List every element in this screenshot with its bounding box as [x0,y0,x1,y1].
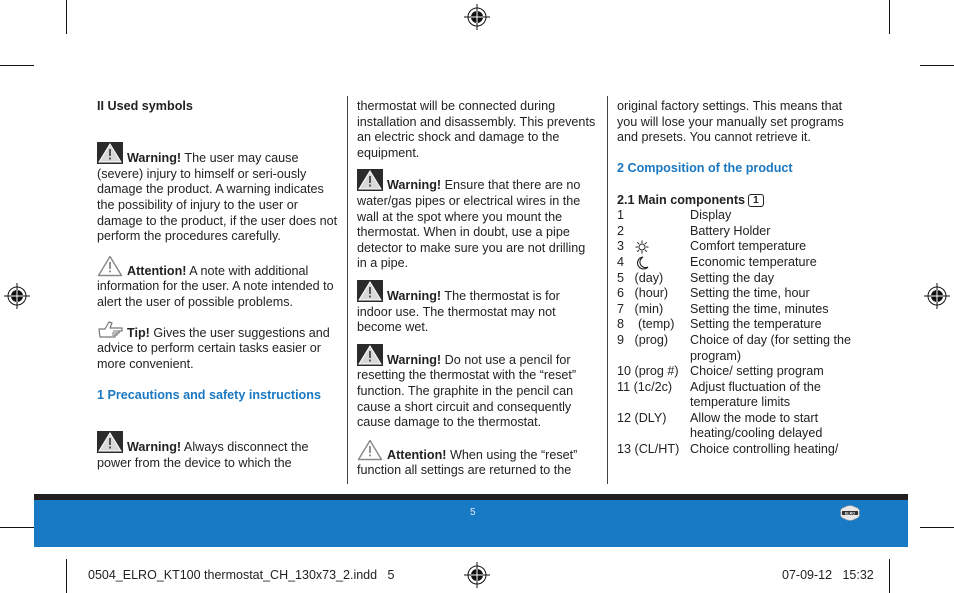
component-description: Adjust fluctuation of the temperature li… [690,379,821,410]
component-row: 8 (temp) Setting the temperature [617,317,857,333]
component-row: 6 (hour) Setting the time, hour [617,286,857,302]
warning-icon [357,169,383,192]
component-number: 7 (min) [617,301,664,316]
component-description: Economic temperature [690,254,817,269]
component-row: 13 (CL/HT) Choice controlling heating/ [617,442,857,458]
section-heading: 2 Composition of the product [617,161,793,176]
component-number: 10 (prog #) [617,364,679,379]
warning-note: Warning! The user may cause (severe) inj… [97,142,339,245]
column-3: original factory settings. This means th… [617,99,857,458]
component-row: 4 Economic temperature [617,255,857,271]
component-number: 4 [617,255,690,271]
column-1: II Used symbols Warning! The user may ca… [97,99,339,471]
component-description: Setting the day [690,270,775,285]
warning-note: Warning! Ensure that there are no water/… [357,169,597,272]
component-number: 12 (DLY) [617,410,667,425]
slug-timestamp: 07-09-12 15:32 [782,568,874,582]
component-number: 6 (hour) [617,286,669,301]
warning-icon [97,431,123,454]
warning-icon [97,142,123,165]
page-number: 5 [470,507,476,518]
component-row: 2 Battery Holder [617,224,857,240]
component-number: 9 (prog) [617,332,669,347]
component-number: 3 [617,239,690,255]
crop-mark [920,527,954,528]
component-number: 5 (day) [617,270,664,285]
registration-mark-icon [4,283,30,309]
section-heading: II Used symbols [97,99,193,113]
crop-mark [66,559,67,593]
slug-filename: 0504_ELRO_KT100 thermostat_CH_130x73_2.i… [88,568,395,582]
warning-icon [357,279,383,302]
crop-mark [66,0,67,34]
tip-note: Tip! Gives the user suggestions and advi… [97,320,339,373]
component-row: 5 (day) Setting the day [617,271,857,287]
registration-mark-icon [924,283,950,309]
component-row: 12 (DLY) Allow the mode to start heating/… [617,411,857,442]
components-list: 1 Display 2 Battery Holder 3 Comfort temperat… [617,208,857,458]
crop-mark [889,0,890,34]
sun-icon [635,240,649,254]
crop-mark [920,65,954,66]
component-description: Choice controlling heating/ [690,442,839,457]
registration-mark-icon [464,4,490,30]
crop-mark [0,527,34,528]
component-number: 8 (temp) [617,317,675,332]
warning-icon [357,343,383,366]
subsection-heading: 2.1 Main components 1 [617,193,857,209]
column-divider [607,96,608,484]
component-number-text: 4 [617,254,625,269]
attention-note: Attention! A note with additional inform… [97,255,339,311]
component-description: Comfort temperature [690,239,807,254]
attention-note: Attention! When using the “reset” functi… [357,439,597,479]
component-description: Setting the time, hour [690,286,810,301]
paragraph: original factory settings. This means th… [617,99,844,145]
component-row: 1 Display [617,208,857,224]
component-description: Allow the mode to start heating/cooling … [690,410,823,441]
component-row: 11 (1c/2c) Adjust fluctuation of the temp… [617,380,857,411]
component-description: Choice/ setting program [690,364,824,379]
component-description: Setting the time, minutes [690,301,829,316]
section-heading: 1 Precautions and safety instructions [97,387,321,402]
component-row: 7 (min) Setting the time, minutes [617,302,857,318]
component-number: 11 (1c/2c) [617,379,673,394]
crop-mark [889,559,890,593]
thumbs-up-hand-icon [98,320,123,338]
component-number-text: 3 [617,239,625,254]
component-row: 9 (prog) Choice of day (for setting the p… [617,333,857,364]
attention-icon [97,255,123,276]
moon-icon [637,256,649,270]
component-number: 1 [617,208,625,223]
warning-note: Warning! Do not use a pencil for resetti… [357,343,597,431]
column-2: thermostat will be connected during inst… [357,99,597,479]
figure-reference-badge: 1 [748,193,764,207]
component-description: Battery Holder [690,223,771,238]
component-number: 2 [617,223,625,238]
column-divider [347,96,348,484]
svg-text:ELRO: ELRO [845,511,855,515]
component-number: 13 (CL/HT) [617,442,680,457]
attention-icon [357,439,383,460]
component-description: Setting the temperature [690,317,822,332]
component-description: Choice of day (for setting the program) [690,332,852,363]
registration-mark-icon [464,562,490,588]
paragraph: thermostat will be connected during inst… [357,99,596,160]
crop-mark [0,65,34,66]
component-row: 3 Comfort temperature [617,239,857,255]
component-description: Display [690,208,732,223]
elro-logo-icon: ELRO [840,505,860,521]
warning-note: Warning! Always disconnect the power fro… [97,431,339,471]
warning-note: Warning! The thermostat is for indoor us… [357,279,597,336]
component-row: 10 (prog #) Choice/ setting program [617,364,857,380]
